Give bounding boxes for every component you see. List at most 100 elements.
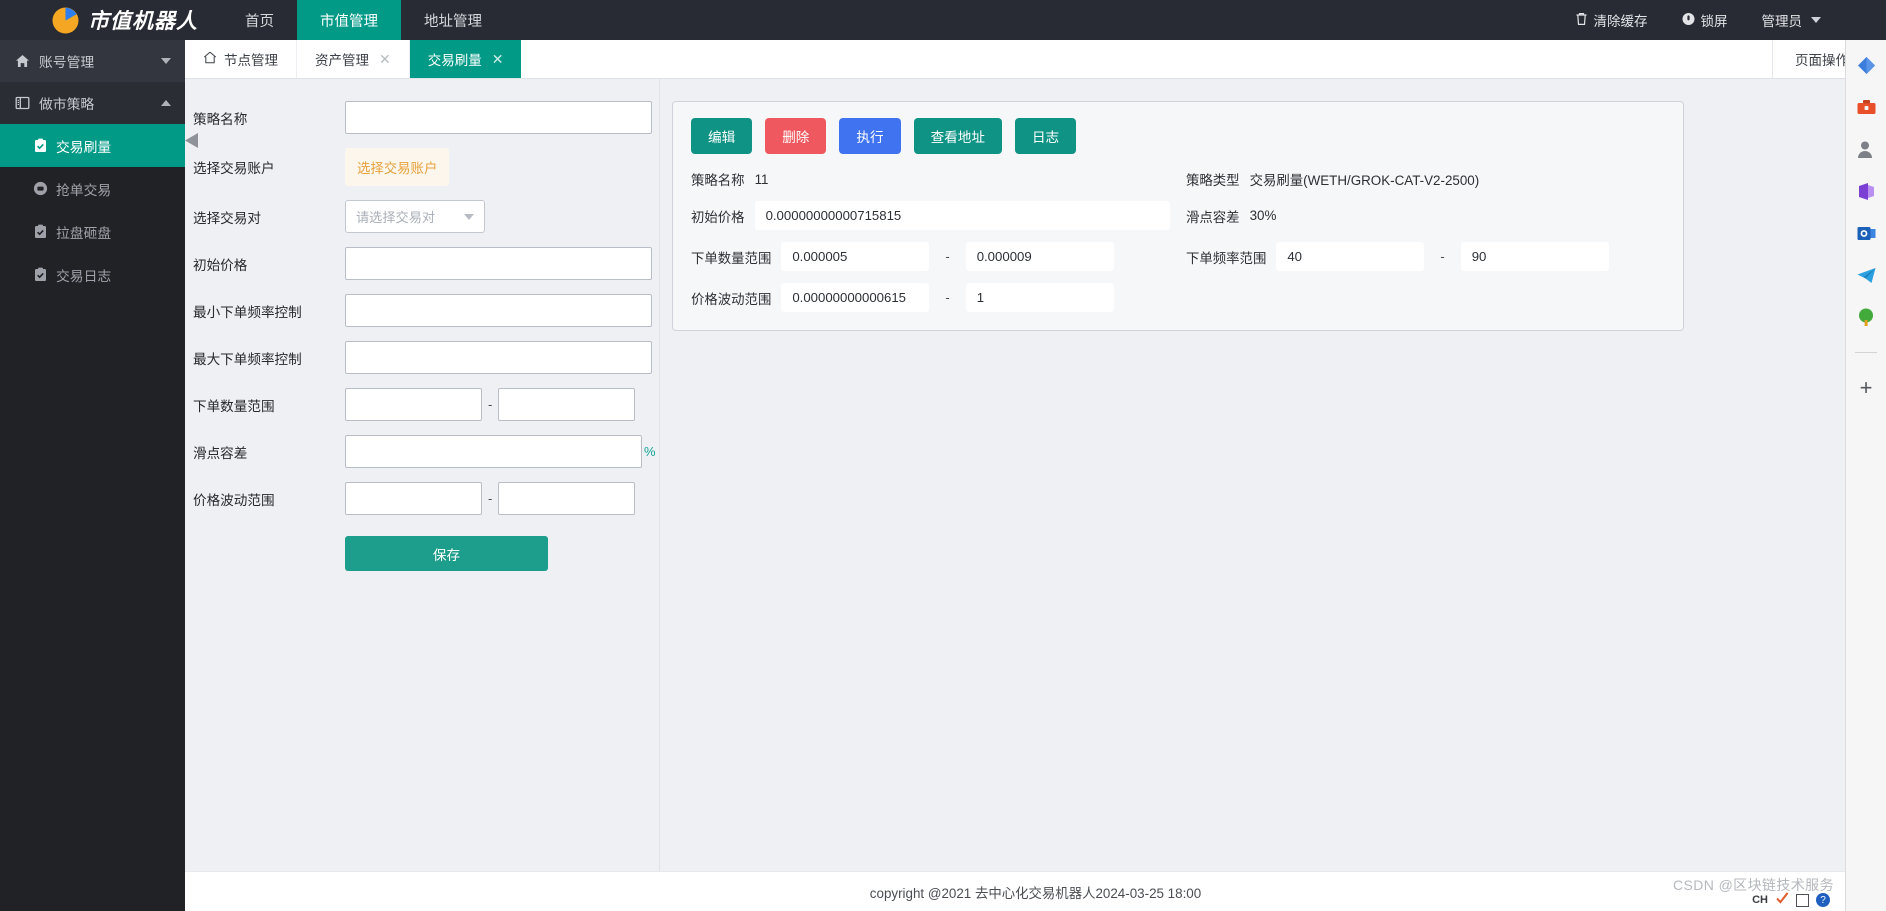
sidebar-collapse-handle[interactable]	[185, 133, 198, 148]
add-app-button[interactable]: +	[1860, 377, 1873, 399]
sidebar-group-market-strategy[interactable]: 做市策略	[0, 82, 185, 124]
browser-app-rail: +	[1845, 40, 1886, 911]
detail-grid-empty-cell	[1186, 283, 1665, 312]
detail-value-freq-from: 40	[1276, 242, 1425, 271]
clipboard-check-icon	[31, 138, 49, 153]
page-operations-label: 页面操作	[1795, 53, 1849, 68]
select-trade-account-button[interactable]: 选择交易账户	[345, 148, 450, 186]
initial-price-input[interactable]	[345, 247, 652, 280]
label-amount-range: 下单数量范围	[193, 398, 275, 414]
price-range-separator: -	[488, 491, 493, 506]
price-range-to-input[interactable]	[498, 482, 636, 515]
close-icon[interactable]: ✕	[379, 51, 391, 68]
execute-button[interactable]: 执行	[839, 118, 901, 154]
detail-value-slippage: 30%	[1249, 208, 1277, 223]
nav-item-home[interactable]: 首页	[222, 0, 297, 40]
detail-label-frequency-range: 下单频率范围	[1186, 250, 1267, 266]
detail-label-price-range: 价格波动范围	[691, 291, 772, 307]
office-icon[interactable]	[1855, 180, 1877, 202]
sidebar-item-label-pump-dump: 拉盘砸盘	[56, 225, 112, 241]
logo-zone[interactable]: 市值机器人	[0, 0, 222, 40]
nav-item-market-management[interactable]: 市值管理	[297, 0, 401, 40]
min-frequency-input[interactable]	[345, 294, 652, 327]
amount-range-to-input[interactable]	[498, 388, 636, 421]
sidebar-item-grab-order[interactable]: 抢单交易	[0, 167, 185, 210]
detail-value-amount-from: 0.000005	[781, 242, 930, 271]
clear-cache-button[interactable]: 清除缓存	[1558, 10, 1665, 30]
pie-logo-icon	[52, 7, 79, 34]
detail-freq-separator: -	[1440, 249, 1445, 264]
amount-range-from-input[interactable]	[345, 388, 482, 421]
diamond-blue-icon[interactable]	[1855, 54, 1877, 76]
detail-label-initial-price: 初始价格	[691, 209, 745, 225]
trash-icon	[1575, 12, 1588, 29]
select-trade-pair-dropdown[interactable]: 请选择交易对	[345, 200, 485, 233]
user-menu-button[interactable]: 管理员	[1745, 10, 1839, 30]
check-icon[interactable]	[1775, 891, 1789, 910]
delete-button[interactable]: 删除	[765, 118, 827, 154]
edit-button[interactable]: 编辑	[691, 118, 753, 154]
sidebar-group-label-account: 账号管理	[39, 55, 95, 70]
detail-price-separator: -	[945, 290, 950, 305]
form-row-max-freq: 最大下单频率控制	[185, 341, 659, 374]
footer-copyright: copyright @2021 去中心化交易机器人2024-03-25 18:0…	[869, 885, 1202, 901]
ime-keyboard-icon[interactable]	[1796, 893, 1809, 907]
brand-title: 市值机器人	[88, 10, 198, 33]
sidebar-item-trade-log[interactable]: 交易日志	[0, 253, 185, 296]
select-trade-pair-placeholder: 请选择交易对	[356, 210, 436, 225]
header-actions: 清除缓存 锁屏 管理员	[1558, 0, 1886, 40]
sidebar-group-label-strategy: 做市策略	[39, 97, 95, 112]
telegram-icon[interactable]	[1855, 264, 1877, 286]
contact-icon[interactable]	[1855, 138, 1877, 160]
toolbox-icon[interactable]	[1855, 96, 1877, 118]
outlook-icon[interactable]	[1855, 222, 1877, 244]
user-menu-label: 管理员	[1761, 14, 1803, 29]
form-row-min-freq: 最小下单频率控制	[185, 294, 659, 327]
max-frequency-input[interactable]	[345, 341, 652, 374]
sidebar-item-trade-volume[interactable]: 交易刷量	[0, 124, 185, 167]
detail-strategy-name: 策略名称 11	[691, 169, 1170, 189]
detail-price-range: 价格波动范围 0.00000000000615 - 1	[691, 283, 1170, 312]
home-icon	[203, 51, 217, 67]
tab-node-management[interactable]: 节点管理	[185, 40, 297, 78]
strategy-form: 策略名称 选择交易账户 选择交易账户 选择交易对 请选择交易对 初始价格 最小下…	[185, 79, 660, 871]
sidebar-item-pump-dump[interactable]: 拉盘砸盘	[0, 210, 185, 253]
detail-panel-wrap: 编辑 删除 执行 查看地址 日志 策略名称 11 策略类型 交易刷量(WETH/…	[660, 79, 1886, 871]
detail-frequency-range: 下单频率范围 40 - 90	[1186, 242, 1665, 271]
detail-value-strategy-name: 11	[754, 171, 769, 187]
strategy-name-input[interactable]	[345, 101, 652, 134]
sidebar-group-account-management[interactable]: 账号管理	[0, 40, 185, 82]
tab-asset-management[interactable]: 资产管理 ✕	[297, 40, 410, 78]
price-range-from-input[interactable]	[345, 482, 482, 515]
app-root: 市值机器人 首页 市值管理 地址管理 清除缓存 锁屏 管理员 账号管理 做市策略…	[0, 0, 1886, 911]
detail-amount-separator: -	[945, 249, 950, 264]
view-address-button[interactable]: 查看地址	[913, 118, 1002, 154]
label-select-pair: 选择交易对	[193, 210, 261, 226]
save-button[interactable]: 保存	[345, 536, 548, 571]
nav-item-address-management[interactable]: 地址管理	[401, 0, 505, 40]
detail-value-freq-to: 90	[1460, 242, 1609, 271]
form-row-amount-range: 下单数量范围 -	[185, 388, 659, 421]
slippage-input[interactable]	[345, 435, 642, 468]
detail-strategy-type: 策略类型 交易刷量(WETH/GROK-CAT-V2-2500)	[1186, 169, 1665, 189]
strategy-detail-card: 编辑 删除 执行 查看地址 日志 策略名称 11 策略类型 交易刷量(WETH/…	[672, 101, 1684, 331]
tab-label-node-management: 节点管理	[224, 53, 278, 68]
form-row-select-pair: 选择交易对 请选择交易对	[185, 200, 659, 233]
form-row-price-range: 价格波动范围 -	[185, 482, 659, 515]
form-row-initial-price: 初始价格	[185, 247, 659, 280]
detail-label-amount-range: 下单数量范围	[691, 250, 772, 266]
lock-screen-button[interactable]: 锁屏	[1665, 10, 1745, 30]
footer: copyright @2021 去中心化交易机器人2024-03-25 18:0…	[185, 871, 1886, 911]
tree-icon[interactable]	[1855, 306, 1877, 328]
circle-dot-icon	[31, 181, 49, 196]
tab-trade-volume[interactable]: 交易刷量 ✕	[409, 40, 522, 78]
close-icon[interactable]: ✕	[492, 51, 504, 68]
main-nav: 首页 市值管理 地址管理	[222, 0, 505, 40]
log-button[interactable]: 日志	[1014, 118, 1077, 154]
sidebar-item-label-grab-order: 抢单交易	[56, 182, 112, 198]
ime-language-indicator[interactable]: CH	[1752, 894, 1768, 906]
help-icon[interactable]: ?	[1816, 893, 1830, 907]
chevron-down-icon	[464, 213, 474, 220]
label-strategy-name: 策略名称	[193, 111, 248, 127]
tab-bar: 节点管理 资产管理 ✕ 交易刷量 ✕ 页面操作	[185, 40, 1886, 79]
